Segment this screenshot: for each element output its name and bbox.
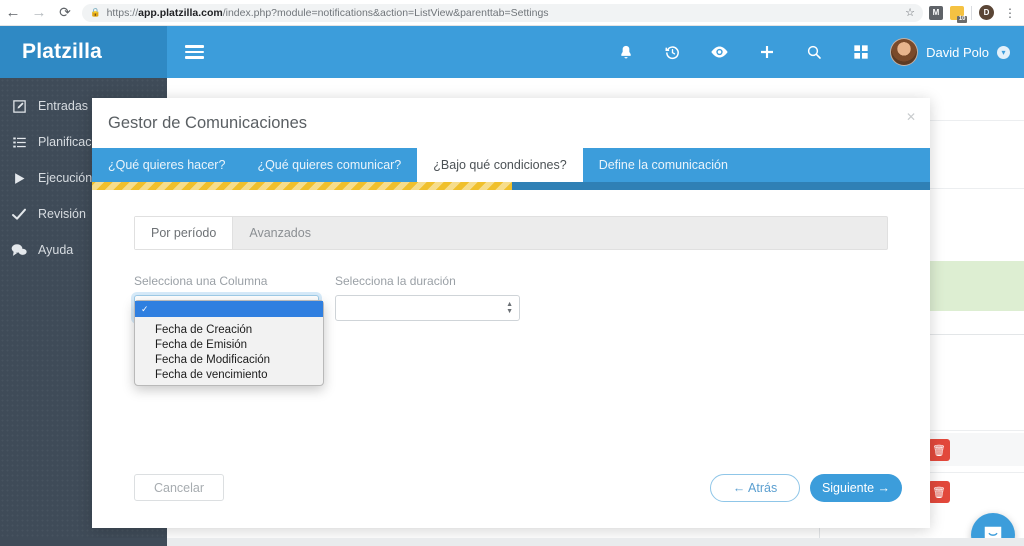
hamburger-bars — [184, 42, 204, 62]
play-icon — [0, 171, 38, 186]
wizard-tabs: ¿Qué quieres hacer? ¿Qué quieres comunic… — [92, 148, 930, 182]
tab-que-quieres-hacer[interactable]: ¿Qué quieres hacer? — [92, 148, 241, 182]
calendar-badge: 10 — [957, 15, 967, 23]
chevron-down-icon[interactable]: ▾ — [997, 45, 1010, 59]
dropdown-option-empty[interactable]: ✓ — [135, 301, 323, 317]
check-icon — [0, 206, 38, 222]
tab-avanzados[interactable]: Avanzados — [233, 217, 327, 249]
url-path: /index.php?module=notifications&action=L… — [222, 6, 549, 19]
chat-bubbles-icon — [0, 243, 38, 258]
calendar-extension-icon[interactable]: 10 — [950, 5, 967, 23]
modal-header: Gestor de Comunicaciones ✕ — [92, 98, 930, 148]
bell-icon[interactable] — [602, 26, 649, 78]
user-menu[interactable]: David Polo ▾ — [884, 38, 1024, 66]
profile-avatar-icon[interactable]: D — [979, 5, 994, 20]
sidebar-item-label: Entradas — [38, 99, 89, 113]
topbar-icons — [602, 26, 884, 78]
toolbar-divider — [971, 5, 972, 20]
column-select-dropdown[interactable]: ✓ Fecha de Creación Fecha de Emisión Fec… — [134, 300, 324, 386]
bg-delete-button[interactable]: 🗑 — [928, 439, 950, 461]
column-field-label: Selecciona una Columna — [134, 274, 268, 288]
communications-manager-modal: Gestor de Comunicaciones ✕ ¿Qué quieres … — [92, 98, 930, 528]
bottom-scrollbar[interactable] — [0, 538, 1024, 546]
user-name-label: David Polo — [926, 44, 989, 60]
url-host: app.platzilla.com — [138, 6, 223, 19]
next-button[interactable]: Siguiente → — [810, 474, 902, 502]
plus-icon[interactable] — [743, 26, 790, 78]
wizard-progress-bar — [92, 182, 930, 190]
column-field: Selecciona una Columna ▲▼ ✓ Fecha de Cre… — [134, 274, 324, 386]
sidebar-item-label: Ayuda — [38, 243, 74, 257]
screen-root: ← → ⟳ 🔒 https://app.platzilla.com/index.… — [0, 0, 1024, 546]
duration-select[interactable]: ▲ ▼ — [335, 295, 520, 321]
mail-extension-icon[interactable]: M — [929, 5, 943, 20]
kebab-menu-icon[interactable]: ⋮ — [1001, 6, 1019, 20]
condition-mode-tabs: Por período Avanzados — [134, 216, 888, 250]
cancel-button[interactable]: Cancelar — [134, 474, 224, 501]
tab-define-la-comunicacion[interactable]: Define la comunicación — [583, 148, 744, 182]
bg-delete-button[interactable]: 🗑 — [928, 481, 950, 503]
avatar — [890, 38, 919, 66]
modal-footer: Cancelar ← Atrás Siguiente → — [92, 456, 930, 528]
sidebar-item-label: Revisión — [38, 207, 86, 221]
eye-icon[interactable] — [696, 26, 743, 78]
condition-fields: Selecciona una Columna ▲▼ ✓ Fecha de Cre… — [120, 250, 902, 386]
spinner-arrows-icon: ▲▼ — [506, 301, 513, 315]
browser-forward-icon[interactable]: → — [26, 0, 52, 26]
tab-bajo-que-condiciones[interactable]: ¿Bajo qué condiciones? — [417, 148, 583, 182]
sidebar-item-label: Ejecución — [38, 171, 93, 185]
browser-extensions: M 10 D ⋮ — [929, 5, 1024, 23]
app-topbar: Platzilla David Polo ▾ — [0, 26, 1024, 78]
duration-field-label: Selecciona la duración — [335, 274, 456, 288]
browser-toolbar: ← → ⟳ 🔒 https://app.platzilla.com/index.… — [0, 0, 1024, 26]
modal-body: Por período Avanzados Selecciona una Col… — [92, 190, 930, 386]
scrollbar-thumb[interactable] — [0, 538, 167, 546]
bookmark-star-icon[interactable]: ☆ — [897, 6, 915, 19]
lock-icon: 🔒 — [90, 7, 101, 17]
address-bar[interactable]: 🔒 https://app.platzilla.com/index.php?mo… — [82, 3, 923, 22]
history-icon[interactable] — [649, 26, 696, 78]
tab-por-periodo[interactable]: Por período — [135, 217, 234, 249]
brand-logo[interactable]: Platzilla — [0, 26, 167, 78]
browser-reload-icon[interactable]: ⟳ — [52, 0, 78, 26]
page-title: Gestor de Comunicaciones — [108, 113, 308, 132]
progress-fill — [92, 182, 512, 190]
close-icon[interactable]: ✕ — [906, 110, 916, 124]
browser-back-icon[interactable]: ← — [0, 0, 26, 26]
search-icon[interactable] — [790, 26, 837, 78]
dropdown-option-fecha-modificacion[interactable]: Fecha de Modificación — [135, 352, 323, 367]
list-icon — [0, 135, 38, 150]
tab-que-quieres-comunicar[interactable]: ¿Qué quieres comunicar? — [241, 148, 417, 182]
dropdown-option-fecha-emision[interactable]: Fecha de Emisión — [135, 337, 323, 352]
pencil-square-icon — [0, 99, 38, 114]
hamburger-menu-icon[interactable] — [167, 26, 221, 78]
duration-field: Selecciona la duración ▲ ▼ — [335, 274, 520, 321]
grid-apps-icon[interactable] — [837, 26, 884, 78]
dropdown-option-fecha-creacion[interactable]: Fecha de Creación — [135, 322, 323, 337]
url-scheme: https:// — [106, 6, 139, 19]
check-icon: ✓ — [141, 303, 149, 314]
app-shell: tificación 🗑 🗑 Platzilla — [0, 26, 1024, 546]
back-button[interactable]: ← Atrás — [710, 474, 800, 502]
dropdown-option-fecha-vencimiento[interactable]: Fecha de vencimiento — [135, 367, 323, 382]
